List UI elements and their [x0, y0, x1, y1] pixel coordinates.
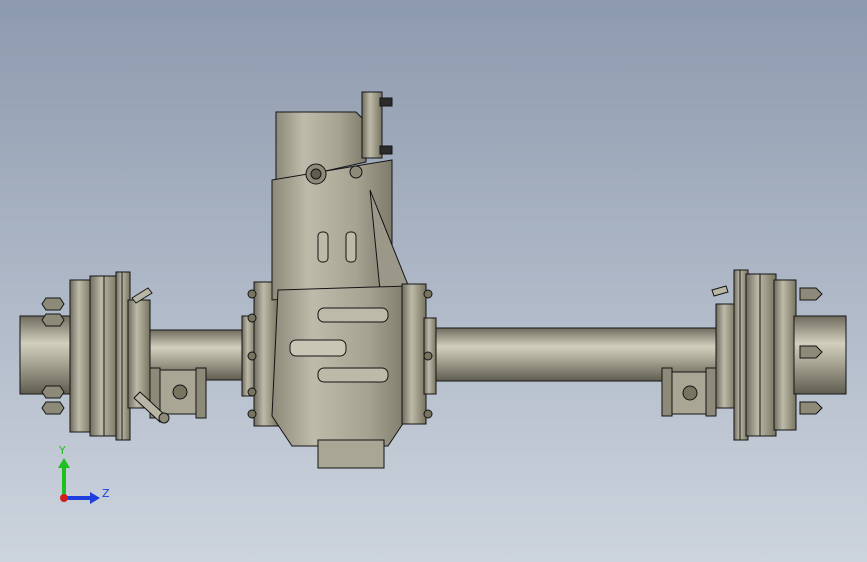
cad-3d-viewport[interactable]: Y Z	[0, 0, 867, 562]
right-spring-bracket[interactable]	[661, 367, 717, 417]
triad-y-label: Y	[58, 444, 66, 457]
viewport-canvas[interactable]: Y Z	[0, 0, 867, 562]
triad-x-axis-dot	[60, 494, 68, 502]
triad-z-label: Z	[102, 487, 110, 500]
